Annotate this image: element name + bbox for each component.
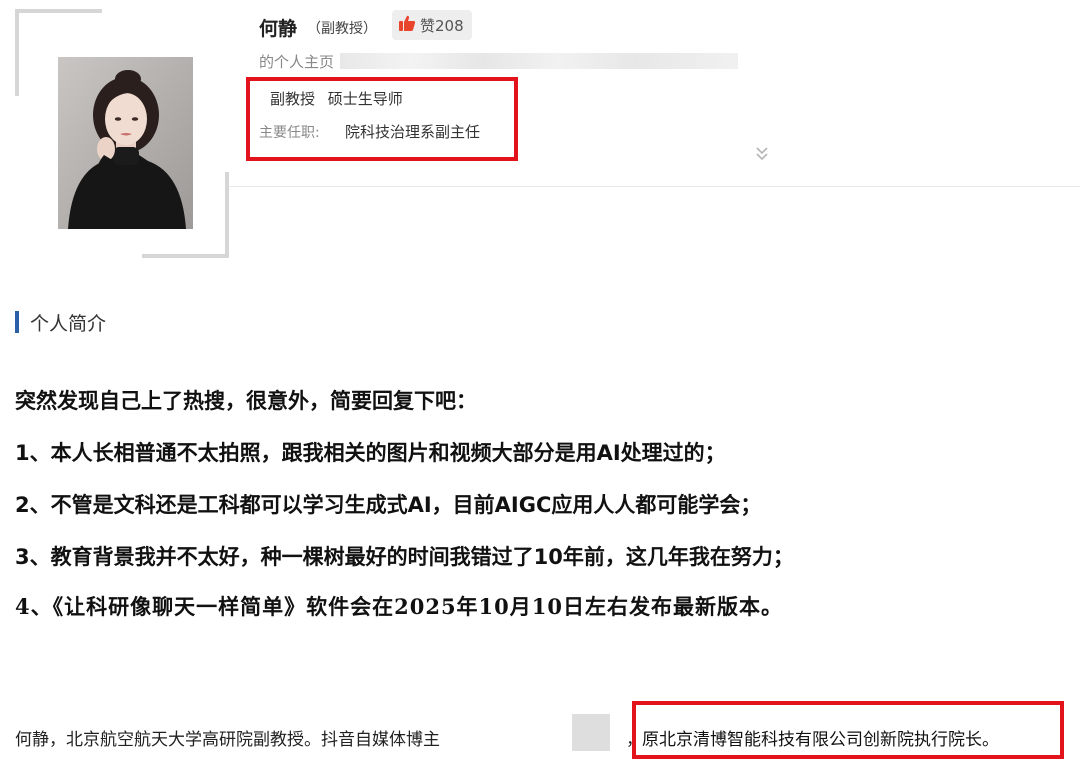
- intro-line: 2、不管是文科还是工科都可以学习生成式AI，目前AIGC应用人人都可能学会；: [15, 493, 762, 517]
- frame-corner-bottom-right-vertical: [225, 172, 229, 258]
- duty-label: 主要任职:: [259, 125, 320, 141]
- redacted-text: [340, 53, 738, 69]
- expand-chevron-icon[interactable]: [754, 144, 770, 164]
- intro-line: 1、本人长相普通不太拍照，跟我相关的图片和视频大部分是用AI处理过的；: [15, 441, 726, 465]
- avatar: [58, 57, 193, 229]
- duty-value: 院科技治理系副主任: [345, 123, 481, 141]
- frame-corner-top-left-vertical: [15, 9, 19, 96]
- homepage-label: 的个人主页: [259, 53, 335, 71]
- divider: [229, 186, 1080, 187]
- intro-line: 4、《让科研像聊天一样简单》软件会在2025年10月10日左右发布最新版本。: [15, 594, 784, 619]
- redacted-box: [572, 714, 610, 751]
- profile-title: （副教授）: [307, 21, 377, 37]
- bio-highlight-text: 原北京清博智能科技有限公司创新院执行院长。: [642, 730, 999, 750]
- section-title: 个人简介: [30, 313, 107, 335]
- section-accent-bar: [15, 311, 19, 333]
- intro-line: 突然发现自己上了热搜，很意外，简要回复下吧：: [15, 389, 477, 413]
- bio-text: 何静，北京航空航天大学高研院副教授。抖音自媒体博主: [15, 730, 440, 750]
- frame-corner-bottom-right: [142, 254, 229, 258]
- position-list: 副教授 硕士生导师: [270, 90, 403, 108]
- frame-corner-top-left: [15, 9, 102, 13]
- like-count: 赞208: [420, 16, 464, 35]
- intro-line: 3、教育背景我并不太好，种一棵树最好的时间我错过了10年前，这几年我在努力；: [15, 545, 794, 569]
- profile-name: 何静: [259, 18, 298, 40]
- thumbs-up-icon: [398, 14, 416, 36]
- like-button[interactable]: 赞208: [392, 10, 472, 40]
